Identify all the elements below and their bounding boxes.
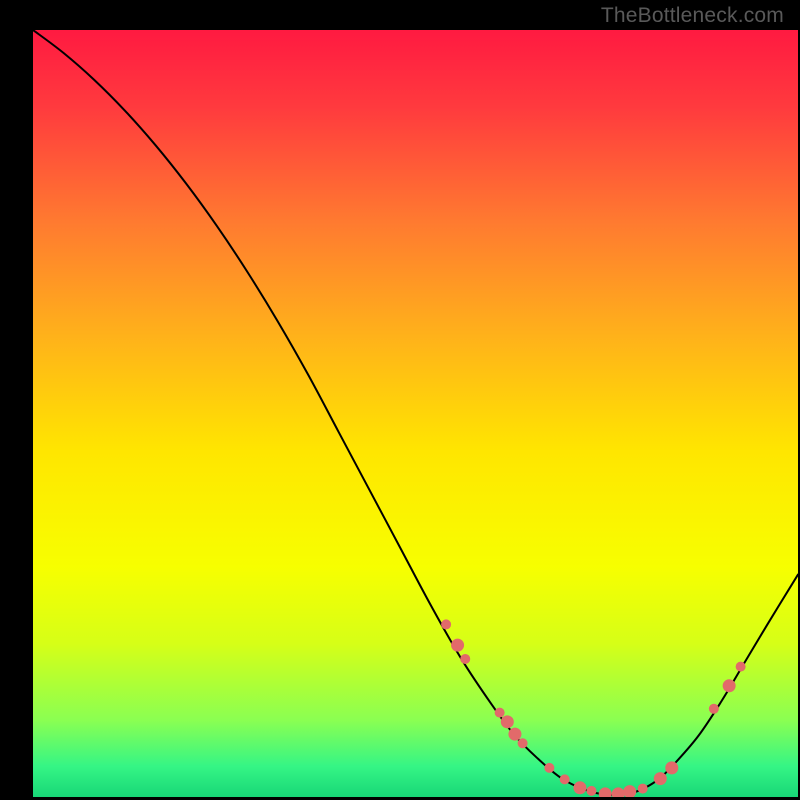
highlight-dot [709,704,719,714]
watermark-label: TheBottleneck.com [601,4,784,28]
highlight-dot [495,708,505,718]
highlight-dot [586,786,596,796]
highlight-dot [501,715,514,728]
highlight-dot [460,654,470,664]
highlight-dot [723,679,736,692]
highlight-dot [560,774,570,784]
highlight-dot [599,787,612,800]
highlight-dot [508,728,521,741]
highlight-dot [544,763,554,773]
highlight-dot [654,772,667,785]
highlight-dot [612,787,625,800]
plot-background [33,30,798,797]
chart-container: TheBottleneck.com [0,0,800,800]
highlight-dot [451,639,464,652]
highlight-dot [638,784,648,794]
highlight-dot [573,781,586,794]
highlight-dot [665,761,678,774]
highlight-dot [441,619,451,629]
highlight-dot [623,785,636,798]
highlight-dot [518,738,528,748]
bottleneck-chart [0,0,800,800]
highlight-dot [736,662,746,672]
